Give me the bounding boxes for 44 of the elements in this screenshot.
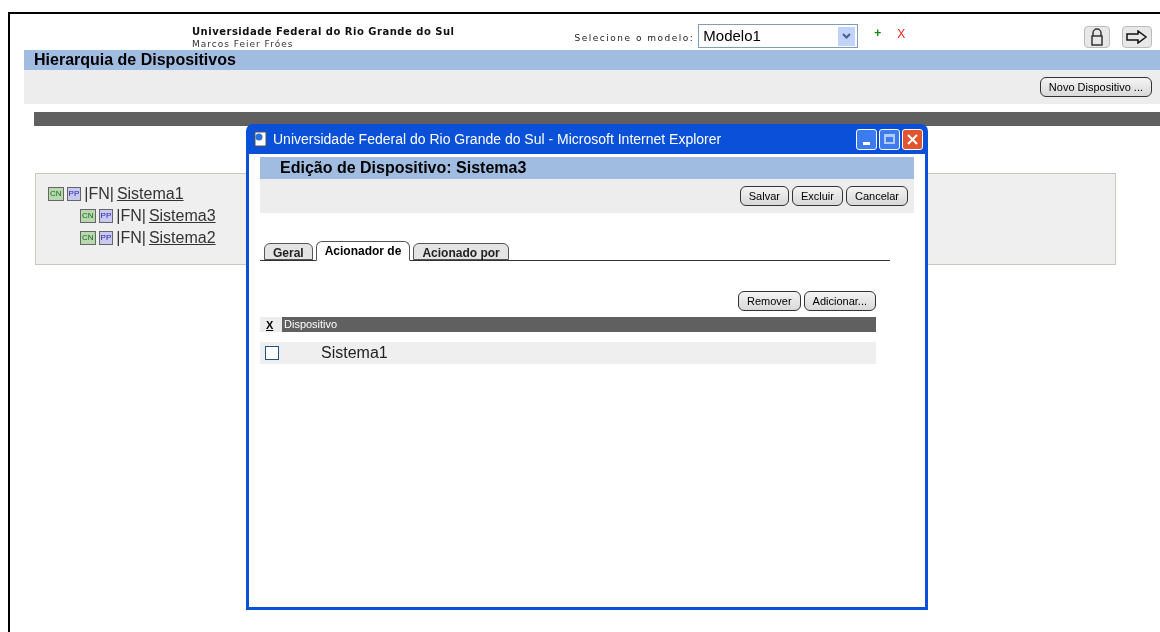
- tag-badge[interactable]: CN: [80, 209, 96, 223]
- tag-badge[interactable]: PP: [98, 209, 114, 223]
- list-action-button[interactable]: Remover: [737, 291, 801, 311]
- tag-badge[interactable]: PP: [98, 231, 114, 245]
- device-type: |FN|: [84, 184, 114, 204]
- lock-button[interactable]: [1084, 26, 1110, 48]
- user-name: Marcos Feier Fróes: [192, 38, 295, 50]
- tab[interactable]: Acionador de: [315, 241, 411, 261]
- document-icon: [253, 131, 269, 147]
- add-model-button[interactable]: +: [874, 24, 882, 42]
- device-type: |FN|: [116, 228, 146, 248]
- page-title: Hierarquia de Dispositivos: [34, 50, 236, 70]
- column-header: Dispositivo: [282, 317, 876, 332]
- action-button[interactable]: Cancelar: [845, 186, 908, 206]
- device-type: |FN|: [116, 206, 146, 226]
- row-checkbox[interactable]: [265, 346, 279, 360]
- arrow-right-icon: [1126, 30, 1148, 44]
- tag-badge[interactable]: PP: [66, 187, 82, 201]
- remove-model-button[interactable]: X: [897, 25, 906, 43]
- exit-button[interactable]: [1122, 26, 1152, 48]
- action-button[interactable]: Salvar: [739, 186, 789, 206]
- action-button[interactable]: Excluir: [791, 186, 843, 206]
- new-device-button[interactable]: Novo Dispositivo ...: [1039, 77, 1152, 97]
- column-header[interactable]: X: [260, 317, 282, 332]
- list-action-button[interactable]: Adicionar...: [803, 291, 876, 311]
- close-button[interactable]: [902, 128, 923, 150]
- chevron-down-icon: [842, 33, 852, 39]
- model-label: Selecione o modelo:: [574, 32, 695, 46]
- device-link[interactable]: Sistema1: [116, 182, 184, 206]
- close-icon: [907, 133, 918, 145]
- device-link[interactable]: Sistema3: [148, 204, 216, 228]
- organization-name: Universidade Federal do Rio Grande do Sul: [192, 26, 455, 38]
- table-cell-text: Sistema1: [321, 343, 388, 363]
- tab[interactable]: Geral: [264, 243, 313, 260]
- tag-badge[interactable]: CN: [80, 231, 96, 245]
- model-select[interactable]: Modelo1: [698, 24, 859, 48]
- maximize-button[interactable]: [879, 128, 900, 150]
- window-title: Universidade Federal do Rio Grande do Sul - Microsoft Internet Explorer: [273, 129, 722, 149]
- tab[interactable]: Acionado por: [413, 243, 509, 260]
- device-link[interactable]: Sistema2: [148, 226, 216, 250]
- dialog-heading: Edição de Dispositivo: Sistema3: [280, 158, 527, 178]
- lock-icon: [1090, 28, 1104, 46]
- minimize-button[interactable]: [856, 128, 877, 150]
- tag-badge[interactable]: CN: [48, 187, 64, 201]
